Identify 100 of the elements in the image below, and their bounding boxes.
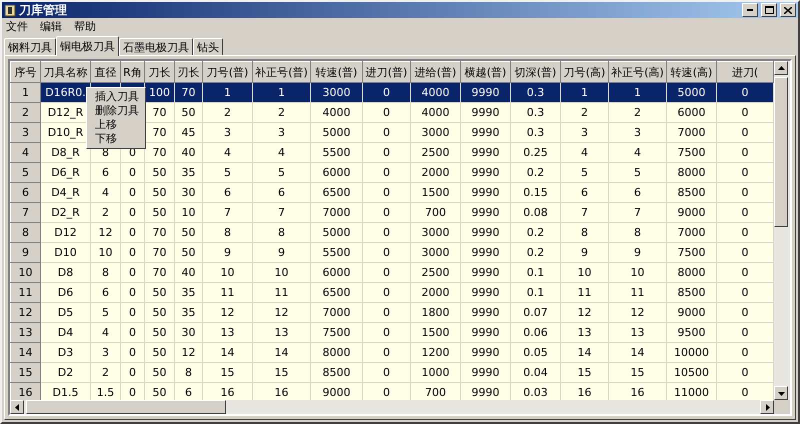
row-header[interactable]: 6 xyxy=(10,182,40,202)
menu-item[interactable]: 编辑 xyxy=(40,19,62,34)
table-cell: 7 xyxy=(252,202,310,222)
scroll-up-icon[interactable] xyxy=(774,61,788,75)
tab[interactable]: 钻头 xyxy=(193,38,223,55)
table-cell: 0 xyxy=(362,342,410,362)
table-cell: 40 xyxy=(174,142,202,162)
scroll-down-icon[interactable] xyxy=(774,386,788,400)
table-cell: 16 xyxy=(560,382,608,400)
column-header[interactable]: 刀号(高) xyxy=(560,62,608,82)
table-cell: 0.03 xyxy=(510,382,560,400)
table-cell: 9990 xyxy=(460,322,510,342)
table-cell: 9990 xyxy=(460,182,510,202)
column-header[interactable]: 补正号(高) xyxy=(608,62,666,82)
table-cell: 10 xyxy=(174,202,202,222)
row-header[interactable]: 9 xyxy=(10,242,40,262)
column-header[interactable]: 刀号(普) xyxy=(202,62,252,82)
table-cell: 3 xyxy=(608,122,666,142)
scroll-left-icon[interactable] xyxy=(10,400,24,414)
column-header[interactable]: 横越(普) xyxy=(460,62,510,82)
row-header[interactable]: 14 xyxy=(10,342,40,362)
column-header[interactable]: 转速(高) xyxy=(666,62,716,82)
table-cell: D10 xyxy=(40,242,90,262)
table-cell: 0.07 xyxy=(510,302,560,322)
table-cell: 9990 xyxy=(460,102,510,122)
column-header[interactable]: 补正号(普) xyxy=(252,62,310,82)
column-header[interactable]: 刃长 xyxy=(174,62,202,82)
column-header[interactable]: 进刀( xyxy=(716,62,774,82)
minimize-button[interactable] xyxy=(742,3,758,17)
menu-item[interactable]: 帮助 xyxy=(74,19,96,34)
table-cell: 13 xyxy=(608,322,666,342)
row-header[interactable]: 3 xyxy=(10,122,40,142)
table-cell: 700 xyxy=(410,202,460,222)
row-header[interactable]: 16 xyxy=(10,382,40,400)
table-cell: 0.05 xyxy=(510,342,560,362)
row-header[interactable]: 5 xyxy=(10,162,40,182)
tab[interactable]: 铜电极刀具 xyxy=(56,36,119,56)
column-header[interactable]: 转速(普) xyxy=(310,62,362,82)
scrollbar-thumb[interactable] xyxy=(26,400,226,414)
horizontal-scrollbar[interactable] xyxy=(10,400,774,414)
scrollbar-thumb[interactable] xyxy=(774,77,788,227)
scroll-right-icon[interactable] xyxy=(760,400,774,414)
table-cell: 7500 xyxy=(666,142,716,162)
table-cell: 9990 xyxy=(460,262,510,282)
column-header[interactable]: 刀长 xyxy=(144,62,174,82)
table-cell: 35 xyxy=(174,162,202,182)
table-cell: 6 xyxy=(560,182,608,202)
row-header[interactable]: 13 xyxy=(10,322,40,342)
table-cell: 9000 xyxy=(310,382,362,400)
table-cell: 0 xyxy=(120,182,144,202)
table-cell: 10 xyxy=(202,262,252,282)
table-cell: 0 xyxy=(716,222,774,242)
table-cell: 8 xyxy=(90,262,120,282)
table-cell: 7500 xyxy=(666,242,716,262)
table-cell: 9990 xyxy=(460,342,510,362)
column-header[interactable]: 直径 xyxy=(90,62,120,82)
tab[interactable]: 石墨电极刀具 xyxy=(119,38,193,55)
row-header[interactable]: 11 xyxy=(10,282,40,302)
table-cell: 0 xyxy=(120,202,144,222)
table-cell: 0.3 xyxy=(510,82,560,102)
table-cell: 12 xyxy=(202,302,252,322)
row-header[interactable]: 2 xyxy=(10,102,40,122)
table-cell: 1 xyxy=(252,82,310,102)
window-title: 刀库管理 xyxy=(19,2,68,18)
table-cell: D3 xyxy=(40,342,90,362)
row-header[interactable]: 15 xyxy=(10,362,40,382)
column-header[interactable]: 刀具名称 xyxy=(40,62,90,82)
row-header[interactable]: 8 xyxy=(10,222,40,242)
column-header[interactable]: 进给(普) xyxy=(410,62,460,82)
column-header[interactable]: 进刀(普) xyxy=(362,62,410,82)
tab[interactable]: 钢料刀具 xyxy=(4,38,56,55)
row-header[interactable]: 7 xyxy=(10,202,40,222)
table-cell: 13 xyxy=(252,322,310,342)
table-cell: 7000 xyxy=(310,202,362,222)
table-cell: 0 xyxy=(120,382,144,400)
table-cell: 12 xyxy=(608,302,666,322)
table-cell: 0 xyxy=(362,102,410,122)
vertical-scrollbar[interactable] xyxy=(774,61,790,400)
table-cell: 9990 xyxy=(460,162,510,182)
table-cell: 14 xyxy=(202,342,252,362)
column-header[interactable]: 序号 xyxy=(10,62,40,82)
table-cell: 50 xyxy=(144,322,174,342)
row-header[interactable]: 1 xyxy=(10,82,40,102)
menu-item[interactable]: 文件 xyxy=(6,19,28,34)
table-cell: 9990 xyxy=(460,282,510,302)
table-cell: 70 xyxy=(144,142,174,162)
column-header[interactable]: R角 xyxy=(120,62,144,82)
table-cell: D8_R xyxy=(40,142,90,162)
close-button[interactable] xyxy=(780,3,796,17)
row-header[interactable]: 4 xyxy=(10,142,40,162)
table-cell: D2_R xyxy=(40,202,90,222)
maximize-button[interactable] xyxy=(761,3,777,17)
table-cell: 14 xyxy=(252,342,310,362)
row-header[interactable]: 10 xyxy=(10,262,40,282)
table-cell: 7 xyxy=(202,202,252,222)
table-cell: 6000 xyxy=(310,262,362,282)
row-header[interactable]: 12 xyxy=(10,302,40,322)
table-cell: 0 xyxy=(120,262,144,282)
table-cell: D6_R xyxy=(40,162,90,182)
column-header[interactable]: 切深(普) xyxy=(510,62,560,82)
